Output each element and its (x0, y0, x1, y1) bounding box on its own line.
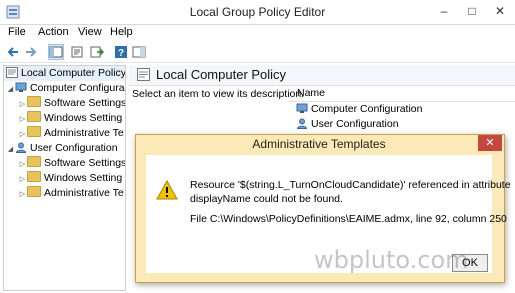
expand-triangle-icon[interactable]: ◢ (6, 142, 15, 157)
show-hide-tree-icon (49, 46, 63, 58)
menu-help[interactable]: Help (110, 26, 133, 38)
tree-item-user-windows-settings[interactable]: ▷ Windows Setting (4, 171, 125, 186)
details-title: Local Computer Policy (156, 67, 287, 82)
export-icon[interactable] (90, 45, 104, 59)
folder-icon (27, 186, 41, 197)
minimize-button[interactable]: – (430, 0, 458, 22)
dialog-message-line2: displayName could not be found. (190, 193, 343, 205)
maximize-button[interactable]: □ (458, 0, 486, 22)
description-prompt: Select an item to view its description. (132, 88, 305, 100)
policy-header-icon (137, 68, 150, 81)
dialog-file-line: File C:\Windows\PolicyDefinitions\EAIME.… (190, 213, 507, 225)
folder-icon (27, 171, 41, 182)
show-hide-tree-button[interactable] (48, 44, 64, 60)
tree-label: Administrative Te (44, 187, 124, 199)
expand-triangle-icon[interactable]: ◢ (6, 82, 15, 97)
folder-icon (27, 111, 41, 122)
dialog-title: Administrative Templates (252, 137, 386, 151)
tree-item-administrative-templates[interactable]: ▷ Administrative Te (4, 126, 125, 141)
tree-item-user-software-settings[interactable]: ▷ Software Settings (4, 156, 125, 171)
folder-icon (27, 126, 41, 137)
tree-label: Software Settings (44, 157, 126, 169)
tree-label: User Configuration (30, 142, 118, 154)
user-icon (15, 142, 27, 153)
svg-text:?: ? (118, 48, 124, 59)
collapsed-triangle-icon[interactable]: ▷ (18, 127, 27, 142)
collapsed-triangle-icon[interactable]: ▷ (18, 172, 27, 187)
tree-item-software-settings[interactable]: ▷ Software Settings (4, 96, 125, 111)
list-item[interactable]: User Configuration (296, 118, 399, 130)
tree-label: Software Settings (44, 97, 126, 109)
tree-label: Administrative Te (44, 127, 124, 139)
tree-label: Windows Setting (44, 172, 123, 184)
help-icon[interactable]: ? (114, 45, 128, 59)
collapsed-triangle-icon[interactable]: ▷ (18, 97, 27, 112)
computer-icon (15, 82, 27, 93)
list-item-label: User Configuration (311, 118, 399, 130)
properties-icon[interactable] (70, 45, 84, 59)
back-arrow-icon[interactable] (6, 45, 20, 59)
tree-item-user-configuration[interactable]: ◢ User Configuration (4, 141, 125, 156)
console-pane-icon[interactable] (132, 45, 146, 59)
dialog-message-line1: Resource '$(string.L_TurnOnCloudCandidat… (190, 179, 511, 191)
column-header-name[interactable]: Name (297, 87, 325, 99)
list-item[interactable]: Computer Configuration (296, 103, 422, 115)
close-window-button[interactable]: ✕ (486, 0, 514, 22)
folder-icon (27, 96, 41, 107)
tree-item-local-computer-policy[interactable]: Local Computer Policy (4, 66, 125, 81)
menu-view[interactable]: View (78, 26, 102, 38)
navigation-tree: Local Computer Policy ◢ Computer Configur… (3, 65, 126, 291)
tree-label: Local Computer Policy (21, 67, 126, 79)
collapsed-triangle-icon[interactable]: ▷ (18, 112, 27, 127)
computer-icon (296, 103, 308, 114)
tree-item-computer-configuration[interactable]: ◢ Computer Configura (4, 81, 125, 96)
user-icon (296, 118, 308, 129)
folder-icon (27, 156, 41, 167)
menu-action[interactable]: Action (38, 26, 69, 38)
collapsed-triangle-icon[interactable]: ▷ (18, 187, 27, 202)
watermark: wbpluto.com (314, 246, 469, 274)
menu-file[interactable]: File (8, 26, 26, 38)
dialog-close-button[interactable]: ✕ (478, 135, 502, 151)
tree-label: Windows Setting (44, 112, 123, 124)
tree-item-windows-settings[interactable]: ▷ Windows Setting (4, 111, 125, 126)
policy-icon (6, 67, 18, 78)
warning-icon (156, 180, 178, 200)
list-item-label: Computer Configuration (311, 103, 423, 115)
tree-label: Computer Configura (30, 82, 125, 94)
tree-item-user-administrative-templates[interactable]: ▷ Administrative Te (4, 186, 125, 201)
forward-arrow-icon[interactable] (24, 45, 38, 59)
collapsed-triangle-icon[interactable]: ▷ (18, 157, 27, 172)
